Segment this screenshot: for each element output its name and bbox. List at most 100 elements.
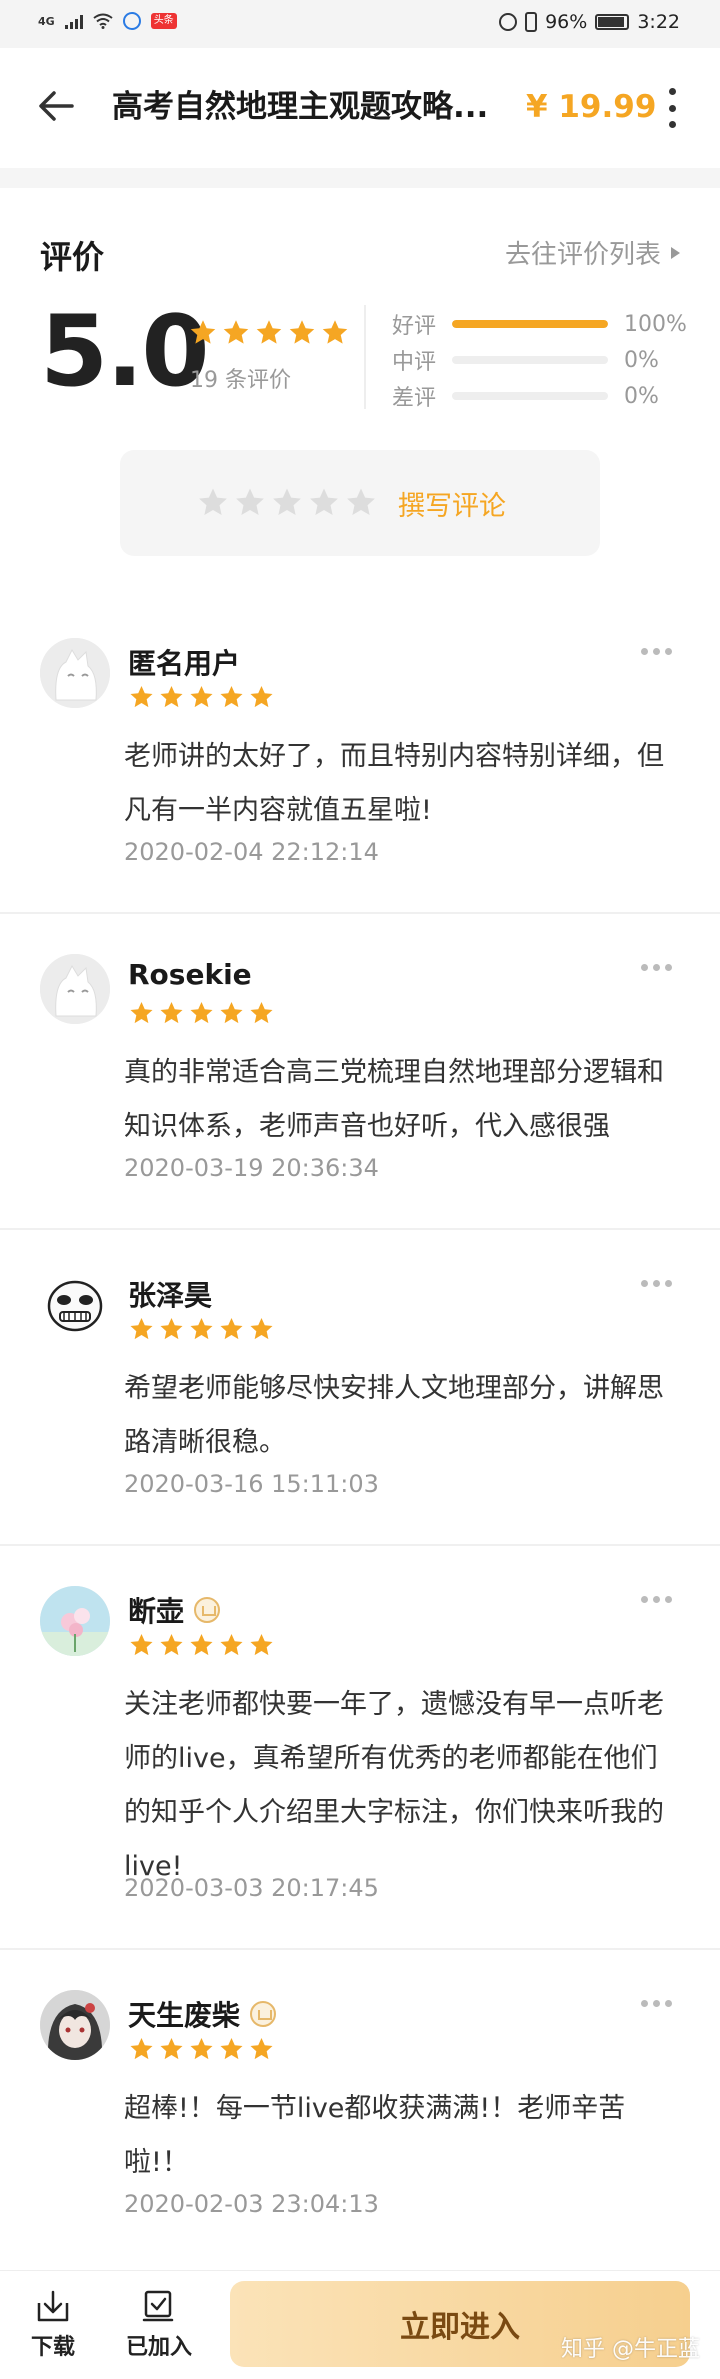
added-button[interactable]: 已加入 xyxy=(124,2289,194,2361)
flower-avatar-icon xyxy=(40,1586,110,1656)
back-arrow-icon[interactable] xyxy=(36,86,76,126)
review-list: 匿名用户 老师讲的太好了，而且特别内容特别详细，但凡有一半内容就值五星啦! 20… xyxy=(0,598,720,2266)
more-horizontal-icon[interactable] xyxy=(641,1596,672,1603)
review-text: 老师讲的太好了，而且特别内容特别详细，但凡有一半内容就值五星啦! xyxy=(124,741,664,826)
network-type: 4G xyxy=(38,14,55,28)
star-filled-icon xyxy=(190,1318,213,1340)
review-item: 天生废柴 超棒!！每一节live都收获满满!！老师辛苦啦!！ 2020-02-0… xyxy=(0,1950,720,2266)
review-stars xyxy=(128,1000,275,1027)
star-filled-icon xyxy=(130,1002,153,1024)
nfc-icon xyxy=(499,13,518,31)
star-filled-icon xyxy=(220,1634,243,1656)
star-filled-icon xyxy=(160,1318,183,1340)
review-date: 2020-02-04 22:12:14 xyxy=(124,838,379,866)
cat-avatar-icon xyxy=(40,954,110,1024)
review-stars xyxy=(128,1632,275,1659)
star-filled-icon xyxy=(130,1634,153,1656)
review-username: 张泽昊 xyxy=(128,1274,212,1314)
divider xyxy=(364,305,366,409)
star-filled-icon xyxy=(160,1002,183,1024)
star-empty-icon[interactable] xyxy=(233,486,267,520)
review-stars xyxy=(128,684,275,711)
distribution-percent: 0% xyxy=(624,383,659,409)
username-text: 断壶 xyxy=(128,1595,185,1628)
review-date: 2020-03-03 20:17:45 xyxy=(124,1874,379,1902)
star-filled-icon xyxy=(223,320,249,344)
distribution-bar xyxy=(452,392,608,400)
star-filled-icon xyxy=(190,1002,213,1024)
bottom-action-bar: 下载 已加入 立即进入 知乎 @牛正蓝 xyxy=(0,2270,720,2379)
star-filled-icon xyxy=(160,2038,183,2060)
vip-crown-icon xyxy=(194,1597,221,1623)
review-username: 断壶 xyxy=(128,1590,221,1630)
username-text: 张泽昊 xyxy=(128,1279,213,1312)
star-filled-icon xyxy=(190,2038,213,2060)
star-filled-icon xyxy=(250,1002,273,1024)
average-score: 5.0 xyxy=(40,295,210,409)
watermark: 知乎 @牛正蓝 xyxy=(561,2337,700,2362)
enter-now-label: 立即进入 xyxy=(400,2310,520,2345)
more-horizontal-icon[interactable] xyxy=(641,648,672,655)
star-filled-icon xyxy=(190,686,213,708)
section-title: 评价 xyxy=(40,238,105,276)
goto-review-list-link[interactable]: 去往评价列表 xyxy=(505,234,680,271)
signal-icon xyxy=(64,13,83,29)
battery-percent: 96% xyxy=(545,11,588,33)
app-header: 高考自然地理主观题攻略... ¥ 19.99 xyxy=(0,48,720,168)
star-filled-icon xyxy=(190,320,216,344)
distribution-percent: 100% xyxy=(624,311,687,337)
more-horizontal-icon[interactable] xyxy=(641,1280,672,1287)
star-filled-icon xyxy=(220,686,243,708)
distribution-row-good: 好评 100% xyxy=(392,306,692,342)
avatar[interactable] xyxy=(40,954,110,1024)
review-item: 断壶 关注老师都快要一年了，遗憾没有早一点听老师的live，真希望所有优秀的老师… xyxy=(0,1546,720,1950)
avatar[interactable] xyxy=(40,638,110,708)
review-date: 2020-03-19 20:36:34 xyxy=(124,1154,379,1182)
star-filled-icon xyxy=(220,1002,243,1024)
section-divider xyxy=(0,168,720,188)
download-icon xyxy=(37,2290,69,2322)
added-label: 已加入 xyxy=(125,2335,192,2360)
star-filled-icon xyxy=(220,1318,243,1340)
star-empty-icon[interactable] xyxy=(307,486,341,520)
review-text: 超棒!！每一节live都收获满满!！老师辛苦啦!！ xyxy=(124,2093,626,2178)
review-text: 希望老师能够尽快安排人文地理部分，讲解思路清晰很稳。 xyxy=(124,1373,664,1458)
distribution-label: 差评 xyxy=(392,386,437,411)
clock: 3:22 xyxy=(637,11,680,33)
goto-review-list-label: 去往评价列表 xyxy=(504,240,661,270)
review-date: 2020-02-03 23:04:13 xyxy=(124,2190,379,2218)
download-button[interactable]: 下载 xyxy=(18,2289,88,2361)
more-horizontal-icon[interactable] xyxy=(641,964,672,971)
more-horizontal-icon[interactable] xyxy=(641,2000,672,2007)
download-label: 下载 xyxy=(30,2335,75,2360)
avatar[interactable] xyxy=(40,1990,110,2060)
star-empty-icon[interactable] xyxy=(196,486,230,520)
username-text: Rosekie xyxy=(128,958,252,991)
username-text: 天生废柴 xyxy=(128,1999,241,2032)
star-filled-icon xyxy=(220,2038,243,2060)
avatar[interactable] xyxy=(40,1270,110,1340)
review-item: 匿名用户 老师讲的太好了，而且特别内容特别详细，但凡有一半内容就值五星啦! 20… xyxy=(0,598,720,914)
price: ¥ 19.99 xyxy=(526,89,657,125)
username-text: 匿名用户 xyxy=(128,647,241,680)
empty-stars-rating-input[interactable] xyxy=(196,486,378,520)
browser-app-icon xyxy=(122,12,141,30)
score-stars xyxy=(188,318,350,348)
more-options-icon[interactable] xyxy=(666,88,678,128)
review-item: Rosekie 真的非常适合高三党梳理自然地理部分逻辑和知识体系，老师声音也好听… xyxy=(0,914,720,1230)
toutiao-app-icon: 头条 xyxy=(150,13,177,29)
distribution-bar xyxy=(452,356,608,364)
library-check-icon xyxy=(142,2290,174,2322)
avatar[interactable] xyxy=(40,1586,110,1656)
vibrate-icon xyxy=(525,12,538,32)
distribution-row-bad: 差评 0% xyxy=(392,378,692,414)
write-review-label: 撰写评论 xyxy=(398,490,506,522)
write-review-button[interactable]: 撰写评论 xyxy=(120,450,600,556)
star-empty-icon[interactable] xyxy=(344,486,378,520)
star-filled-icon xyxy=(160,1634,183,1656)
star-filled-icon xyxy=(250,1318,273,1340)
review-username: Rosekie xyxy=(128,958,252,991)
star-empty-icon[interactable] xyxy=(270,486,304,520)
review-username: 天生废柴 xyxy=(128,1994,277,2034)
face-avatar-icon xyxy=(40,1270,110,1340)
